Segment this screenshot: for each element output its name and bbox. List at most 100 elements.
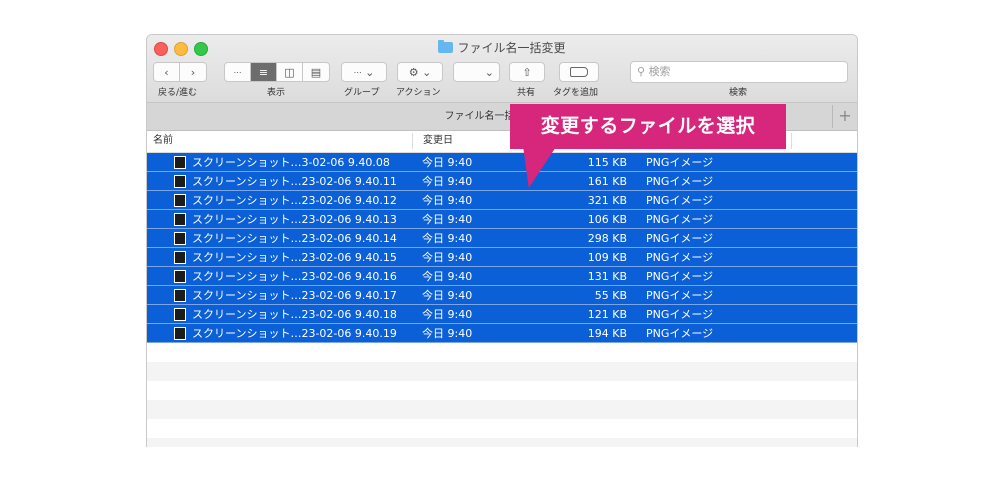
file-date: 今日 9:40 [422, 156, 473, 169]
image-thumbnail-icon [174, 327, 186, 340]
file-name: スクリーンショット…23-02-06 9.40.16 [192, 270, 397, 283]
share-button[interactable]: ⇧ [509, 62, 545, 82]
file-row[interactable]: スクリーンショット…23-02-06 9.40.14 今日 9:40 298 KB P… [147, 229, 857, 248]
image-thumbnail-icon [174, 308, 186, 321]
gear-icon: ⚙ [408, 65, 419, 79]
file-kind: PNGイメージ [646, 327, 714, 340]
column-date-header[interactable]: 変更日 [423, 131, 453, 151]
back-button[interactable]: ‹ [154, 63, 180, 81]
share-icon: ⇧ [522, 65, 532, 79]
action-button[interactable]: ⚙ ⌄ [397, 62, 443, 82]
callout-annotation: 変更するファイルを選択 [510, 104, 786, 149]
image-thumbnail-icon [174, 175, 186, 188]
image-thumbnail-icon [174, 194, 186, 207]
tag-icon [570, 67, 588, 77]
forward-button[interactable]: › [180, 63, 206, 81]
chevron-down-icon: ⌄ [484, 65, 494, 79]
add-tab-button[interactable]: + [832, 105, 857, 128]
share-label: 共有 [517, 88, 536, 98]
back-forward-label: 戻る/進む [158, 88, 198, 98]
grid-icon: ⋯ [233, 67, 242, 77]
search-icon: ⚲ [637, 65, 646, 78]
file-name: スクリーンショット…23-02-06 9.40.17 [192, 289, 397, 302]
file-row[interactable]: スクリーンショット…3-02-06 9.40.08 今日 9:40 115 KB PN… [147, 153, 857, 172]
file-name: スクリーンショット…23-02-06 9.40.19 [192, 327, 397, 340]
view-mode-control: ⋯ ≡ ◫ ▤ [224, 62, 330, 82]
file-name: スクリーンショット…23-02-06 9.40.12 [192, 194, 397, 207]
window-title: ファイル名一括変更 [147, 38, 857, 58]
action-label: アクション [396, 88, 441, 98]
image-thumbnail-icon [174, 270, 186, 283]
file-kind: PNGイメージ [646, 194, 714, 207]
file-name: スクリーンショット…23-02-06 9.40.18 [192, 308, 397, 321]
file-row[interactable]: スクリーンショット…23-02-06 9.40.17 今日 9:40 55 KB PN… [147, 286, 857, 305]
file-date: 今日 9:40 [422, 251, 473, 264]
file-row[interactable]: スクリーンショット…23-02-06 9.40.15 今日 9:40 109 KB P… [147, 248, 857, 267]
image-thumbnail-icon [174, 156, 186, 169]
finder-window: ファイル名一括変更 ‹ › 戻る/進む ⋯ ≡ ◫ ▤ 表示 ⋯ ⌄ グループ … [146, 34, 858, 447]
file-date: 今日 9:40 [422, 270, 473, 283]
empty-row [147, 400, 857, 419]
file-kind: PNGイメージ [646, 156, 714, 169]
file-row[interactable]: スクリーンショット…23-02-06 9.40.13 今日 9:40 106 KB P… [147, 210, 857, 229]
chevron-left-icon: ‹ [164, 65, 169, 79]
file-size: 321 KB [587, 194, 627, 207]
image-thumbnail-icon [174, 289, 186, 302]
file-row[interactable]: スクリーンショット…23-02-06 9.40.18 今日 9:40 121 KB P… [147, 305, 857, 324]
tag-label: タグを追加 [553, 88, 599, 98]
add-tag-button[interactable] [559, 62, 599, 82]
file-size: 106 KB [587, 213, 627, 226]
back-forward-control: ‹ › [153, 62, 207, 82]
file-kind: PNGイメージ [646, 213, 714, 226]
file-row[interactable]: スクリーンショット…23-02-06 9.40.11 今日 9:40 161 KB P… [147, 172, 857, 191]
file-size: 131 KB [587, 270, 627, 283]
file-date: 今日 9:40 [422, 194, 473, 207]
chevron-right-icon: › [190, 65, 196, 79]
file-list: スクリーンショット…3-02-06 9.40.08 今日 9:40 115 KB PN… [147, 153, 857, 447]
column-divider[interactable] [791, 133, 792, 149]
file-name: スクリーンショット…23-02-06 9.40.15 [192, 251, 397, 264]
group-button[interactable]: ⋯ ⌄ [341, 62, 387, 82]
column-name-header[interactable]: 名前 [153, 131, 173, 151]
file-kind: PNGイメージ [646, 251, 714, 264]
empty-row [147, 438, 857, 447]
file-size: 121 KB [587, 308, 627, 321]
gallery-view-button[interactable]: ▤ [303, 63, 329, 81]
group-icon: ⋯ [353, 67, 362, 77]
image-thumbnail-icon [174, 232, 186, 245]
file-row[interactable]: スクリーンショット…23-02-06 9.40.16 今日 9:40 131 KB P… [147, 267, 857, 286]
icon-view-button[interactable]: ⋯ [225, 63, 251, 81]
empty-row [147, 381, 857, 400]
image-thumbnail-icon [174, 213, 186, 226]
file-kind: PNGイメージ [646, 289, 714, 302]
toolbar: ファイル名一括変更 ‹ › 戻る/進む ⋯ ≡ ◫ ▤ 表示 ⋯ ⌄ グループ … [147, 35, 857, 103]
file-name: スクリーンショット…3-02-06 9.40.08 [192, 156, 390, 169]
column-view-button[interactable]: ◫ [277, 63, 303, 81]
columns-icon: ◫ [284, 65, 295, 79]
file-size: 298 KB [587, 232, 627, 245]
column-divider[interactable] [412, 133, 413, 149]
chevron-down-icon: ⌄ [365, 65, 375, 79]
file-date: 今日 9:40 [422, 327, 473, 340]
empty-row [147, 419, 857, 438]
path-dropdown[interactable]: ⌄ [453, 62, 500, 82]
group-label: グループ [344, 88, 380, 98]
file-kind: PNGイメージ [646, 270, 714, 283]
empty-row [147, 343, 857, 362]
chevron-down-icon: ⌄ [422, 65, 432, 79]
file-row[interactable]: スクリーンショット…23-02-06 9.40.19 今日 9:40 194 KB P… [147, 324, 857, 343]
search-placeholder: 検索 [648, 65, 671, 78]
file-name: スクリーンショット…23-02-06 9.40.13 [192, 213, 397, 226]
file-date: 今日 9:40 [422, 232, 473, 245]
search-field[interactable]: ⚲ 検索 [630, 61, 848, 83]
file-name: スクリーンショット…23-02-06 9.40.11 [192, 175, 397, 188]
file-kind: PNGイメージ [646, 308, 714, 321]
empty-row [147, 362, 857, 381]
file-row[interactable]: スクリーンショット…23-02-06 9.40.12 今日 9:40 321 KB P… [147, 191, 857, 210]
file-kind: PNGイメージ [646, 232, 714, 245]
list-view-button[interactable]: ≡ [251, 63, 277, 81]
file-name: スクリーンショット…23-02-06 9.40.14 [192, 232, 397, 245]
file-size: 55 KB [594, 289, 627, 302]
image-thumbnail-icon [174, 251, 186, 264]
list-icon: ≡ [258, 65, 269, 79]
